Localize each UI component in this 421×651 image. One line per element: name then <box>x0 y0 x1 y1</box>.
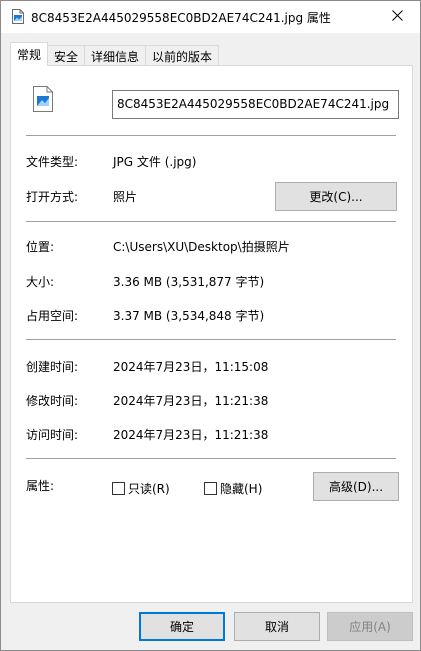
window-title: 8C8453E2A445029558EC0BD2AE74C241.jpg 属性 <box>31 11 331 25</box>
location-value: C:\Users\XU\Desktop\拍摄照片 <box>113 240 290 254</box>
attributes-label: 属性: <box>26 479 55 493</box>
created-value: 2024年7月23日，11:15:08 <box>113 360 269 374</box>
properties-dialog: 8C8453E2A445029558EC0BD2AE74C241.jpg 属性 … <box>0 0 421 651</box>
title-bar: 8C8453E2A445029558EC0BD2AE74C241.jpg 属性 <box>1 1 420 33</box>
close-icon <box>391 10 403 24</box>
tab-general[interactable]: 常规 <box>10 42 49 66</box>
size-on-disk-label: 占用空间: <box>26 309 79 323</box>
readonly-checkbox[interactable]: 只读(R) <box>112 480 170 497</box>
modified-value: 2024年7月23日，11:21:38 <box>113 394 269 408</box>
tab-previous-versions[interactable]: 以前的版本 <box>145 45 220 66</box>
file-type-value: JPG 文件 (.jpg) <box>113 155 197 169</box>
file-name-input[interactable]: 8C8453E2A445029558EC0BD2AE74C241.jpg <box>112 90 399 119</box>
advanced-button[interactable]: 高级(D)... <box>313 472 399 501</box>
tab-label: 以前的版本 <box>152 49 213 64</box>
hidden-checkbox[interactable]: 隐藏(H) <box>204 480 262 497</box>
divider <box>26 221 396 222</box>
accessed-value: 2024年7月23日，11:21:38 <box>113 428 269 442</box>
divider <box>26 458 396 459</box>
size-label: 大小: <box>26 275 55 289</box>
created-label: 创建时间: <box>26 360 79 374</box>
open-with-label: 打开方式: <box>26 190 79 204</box>
image-file-icon <box>12 9 24 24</box>
accessed-label: 访问时间: <box>26 428 79 442</box>
tab-details[interactable]: 详细信息 <box>84 45 147 66</box>
size-value: 3.36 MB (3,531,877 字节) <box>113 275 265 289</box>
checkbox-box[interactable] <box>112 482 125 495</box>
apply-button[interactable]: 应用(A) <box>327 612 413 641</box>
location-label: 位置: <box>26 240 55 254</box>
tab-strip: 常规 安全 详细信息 以前的版本 <box>10 42 220 66</box>
ok-button[interactable]: 确定 <box>139 612 225 641</box>
divider <box>26 135 396 136</box>
file-type-label: 文件类型: <box>26 155 79 169</box>
tab-label: 详细信息 <box>91 49 140 64</box>
readonly-label: 只读(R) <box>128 482 170 496</box>
cancel-button[interactable]: 取消 <box>234 612 320 641</box>
checkbox-box[interactable] <box>204 482 217 495</box>
tab-label: 常规 <box>17 48 42 62</box>
tab-security[interactable]: 安全 <box>47 45 86 66</box>
open-with-value: 照片 <box>113 190 138 204</box>
modified-label: 修改时间: <box>26 394 79 408</box>
divider <box>26 339 396 340</box>
change-button[interactable]: 更改(C)... <box>275 182 397 211</box>
tab-label: 安全 <box>54 49 79 64</box>
image-file-icon <box>33 86 53 112</box>
general-panel: 8C8453E2A445029558EC0BD2AE74C241.jpg 文件类… <box>10 65 413 603</box>
close-button[interactable] <box>374 1 420 33</box>
size-on-disk-value: 3.37 MB (3,534,848 字节) <box>113 309 265 323</box>
hidden-label: 隐藏(H) <box>220 482 263 496</box>
